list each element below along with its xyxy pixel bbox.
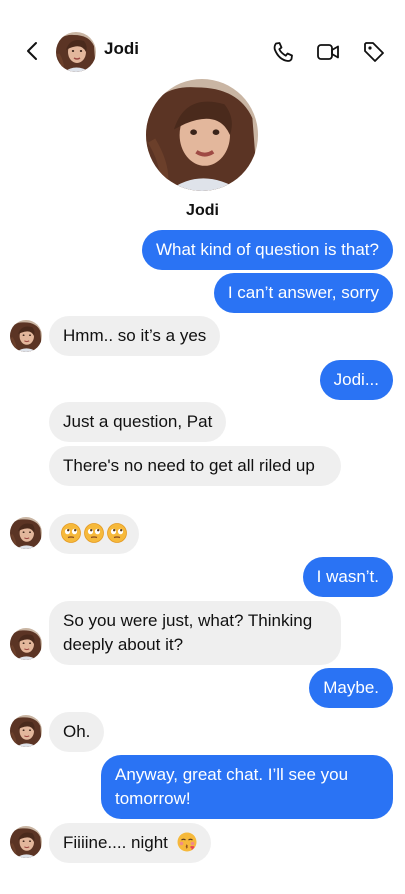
message-incoming[interactable]: Hmm.. so it’s a yes [49,316,221,356]
message-incoming[interactable]: There's no need to get all riled up [49,446,341,486]
message-incoming[interactable]: So you were just, what? Thinking deeply … [49,601,341,665]
face-with-rolling-eyes-icon [107,523,127,543]
message-outgoing[interactable]: Jodi... [319,360,393,400]
chat-header: Jodi [0,28,405,72]
back-chevron-icon[interactable] [22,40,44,62]
face-blowing-kiss-icon [177,832,197,852]
sender-avatar[interactable] [10,715,42,747]
sender-avatar[interactable] [10,826,42,858]
video-camera-icon[interactable] [316,40,340,64]
message-outgoing[interactable]: I wasn’t. [302,557,393,597]
message-outgoing[interactable]: Maybe. [309,668,393,708]
message-incoming[interactable]: Oh. [49,712,105,752]
message-incoming[interactable]: Just a question, Pat [49,402,227,442]
message-outgoing[interactable]: What kind of question is that? [141,230,393,270]
profile-photo[interactable] [146,79,258,191]
message-outgoing[interactable]: Anyway, great chat. I’ll see you tomorro… [101,755,393,819]
face-with-rolling-eyes-icon [84,523,104,543]
phone-icon[interactable] [271,40,295,64]
profile-name: Jodi [186,202,219,219]
sender-avatar[interactable] [10,320,42,352]
sender-avatar[interactable] [10,517,42,549]
contact-avatar[interactable] [56,32,96,72]
message-outgoing[interactable]: I can’t answer, sorry [213,273,393,313]
chat-screen: Jodi Jodi What kind of question is that?… [0,0,405,894]
face-with-rolling-eyes-icon [61,523,81,543]
message-incoming-emoji[interactable] [49,514,139,554]
sender-avatar[interactable] [10,628,42,660]
message-text: Fiiiine.... night [63,833,168,852]
tag-icon[interactable] [362,40,386,64]
message-incoming[interactable]: Fiiiine.... night [49,823,211,863]
contact-name[interactable]: Jodi [104,39,139,59]
